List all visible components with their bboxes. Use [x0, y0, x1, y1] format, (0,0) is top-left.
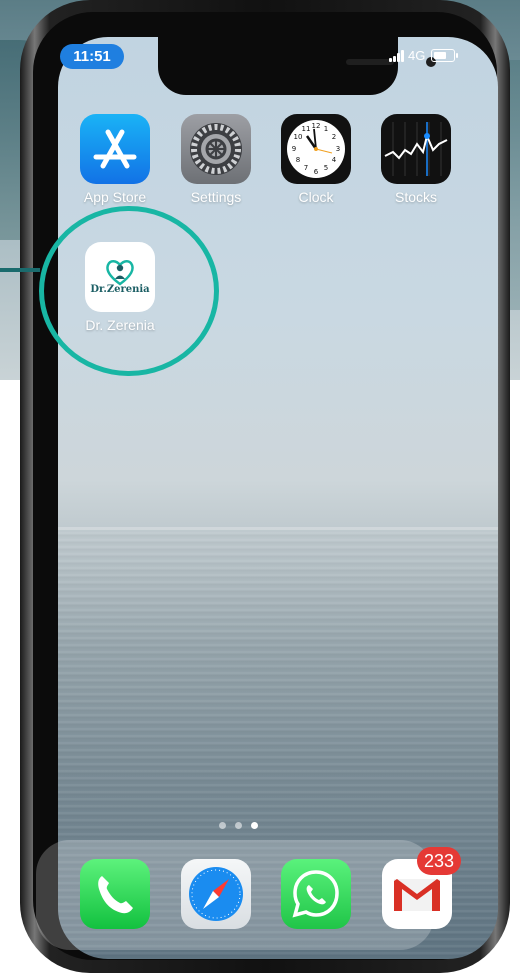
app-store-icon	[80, 114, 150, 184]
speaker	[346, 59, 394, 65]
svg-text:1: 1	[324, 125, 328, 133]
page-dot	[219, 822, 226, 829]
battery-icon	[431, 49, 459, 62]
notification-badge: 233	[417, 847, 461, 875]
highlight-circle	[39, 206, 219, 376]
svg-text:8: 8	[296, 156, 300, 164]
settings-gear-icon	[181, 114, 251, 184]
page-dot-active	[251, 822, 258, 829]
page-indicator[interactable]	[219, 822, 258, 829]
app-store-app[interactable]: App Store	[75, 114, 155, 205]
settings-app[interactable]: Settings	[176, 114, 256, 205]
network-label: 4G	[408, 48, 426, 63]
app-label: Settings	[190, 189, 242, 205]
svg-text:9: 9	[292, 145, 296, 153]
svg-text:12: 12	[312, 122, 321, 130]
wallpaper-horizon	[58, 527, 498, 530]
svg-text:3: 3	[336, 145, 340, 153]
svg-text:2: 2	[332, 133, 336, 141]
phone-icon	[98, 876, 133, 914]
safari-app[interactable]	[181, 859, 251, 929]
signal-icon	[389, 49, 404, 62]
page-dot	[235, 822, 242, 829]
stocks-chart-icon	[381, 114, 451, 184]
svg-text:6: 6	[314, 168, 319, 176]
whatsapp-app[interactable]	[281, 859, 351, 929]
safari-compass-icon	[189, 867, 243, 921]
status-indicators: 4G	[389, 48, 459, 63]
stocks-app[interactable]: Stocks	[376, 114, 456, 205]
svg-text:10: 10	[294, 133, 303, 141]
notch	[158, 37, 436, 95]
whatsapp-icon	[292, 870, 339, 918]
svg-text:11: 11	[302, 125, 311, 133]
svg-text:7: 7	[304, 164, 308, 172]
svg-text:5: 5	[324, 164, 328, 172]
app-label: App Store	[83, 189, 147, 205]
status-time[interactable]: 11:51	[60, 44, 124, 69]
app-label: Stocks	[394, 189, 437, 205]
svg-text:4: 4	[332, 156, 337, 164]
phone-app[interactable]	[80, 859, 150, 929]
pointer-line	[0, 268, 40, 272]
clock-icon: 12 1 2 345 678 9 10 11	[281, 114, 351, 184]
app-label: Clock	[298, 189, 334, 205]
clock-app[interactable]: 12 1 2 345 678 9 10 11 Clock	[276, 114, 356, 205]
